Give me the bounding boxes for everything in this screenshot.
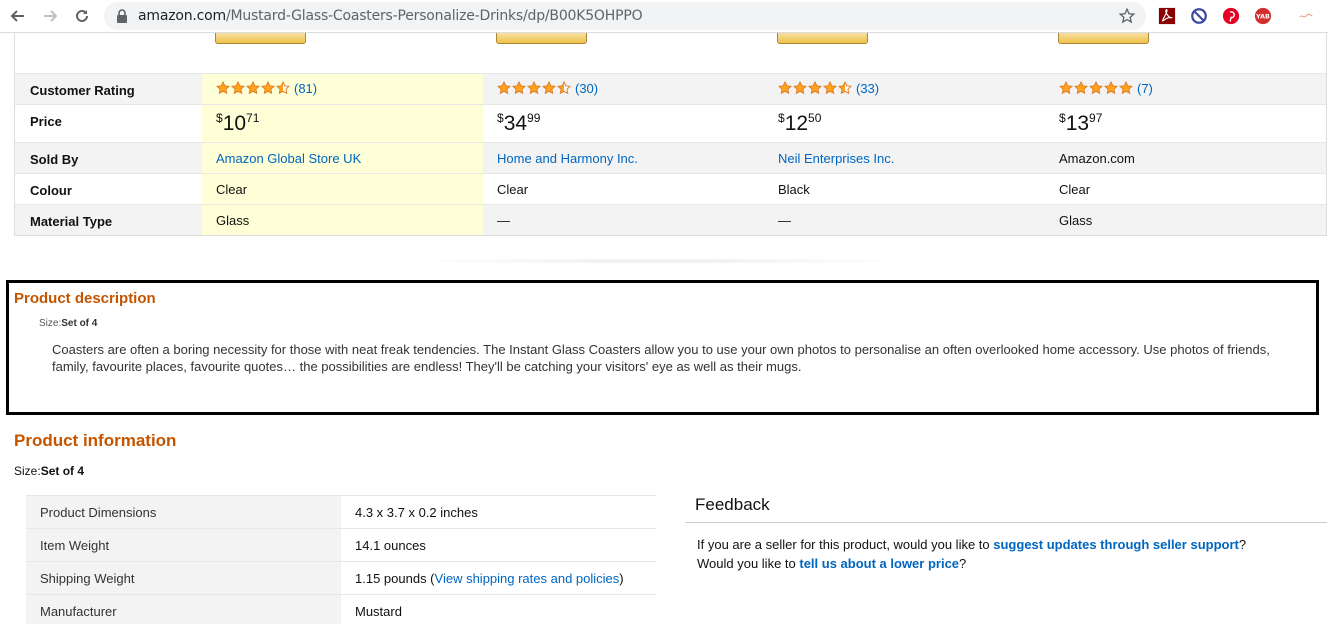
- reload-icon: [76, 9, 88, 22]
- add-to-cart-button-2[interactable]: [496, 33, 587, 44]
- seller-name[interactable]: Neil Enterprises Inc.: [778, 151, 894, 166]
- seller-support-link[interactable]: suggest updates through seller support: [993, 537, 1239, 552]
- url-text: amazon.com/Mustard-Glass-Coasters-Person…: [138, 8, 643, 24]
- price-cell: $1397: [1059, 111, 1103, 135]
- sold-by-label: Sold By: [30, 152, 79, 167]
- seller-name[interactable]: Home and Harmony Inc.: [497, 151, 638, 166]
- rating-cell[interactable]: (33): [778, 81, 879, 96]
- lock-icon: [117, 9, 127, 23]
- star-rating-icon: [216, 81, 290, 95]
- star-rating-icon: [1059, 81, 1133, 95]
- info-value: 4.3 x 3.7 x 0.2 inches: [355, 505, 478, 520]
- block-extension-icon[interactable]: [1189, 6, 1209, 26]
- address-bar[interactable]: amazon.com/Mustard-Glass-Coasters-Person…: [104, 2, 1146, 30]
- info-label: Item Weight: [26, 529, 341, 562]
- description-size: Size:Set of 4: [39, 318, 98, 329]
- price-row: Price: [15, 104, 1326, 142]
- price-cell: $1071: [216, 111, 260, 135]
- information-size: Size:Set of 4: [14, 464, 85, 478]
- yab-extension-icon[interactable]: YAB: [1253, 6, 1273, 26]
- star-rating-icon: [497, 81, 571, 95]
- table-row: Product Dimensions 4.3 x 3.7 x 0.2 inche…: [26, 495, 656, 529]
- feedback-title: Feedback: [695, 495, 770, 514]
- colour-value: Clear: [1059, 182, 1091, 197]
- rating-cell[interactable]: (7): [1059, 81, 1153, 96]
- add-to-cart-button-4[interactable]: [1058, 33, 1149, 44]
- material-value: —: [778, 213, 791, 228]
- review-count-link[interactable]: (7): [1137, 81, 1153, 96]
- colour-value: Black: [778, 182, 810, 197]
- table-row: Shipping Weight 1.15 pounds (View shippi…: [26, 561, 656, 595]
- description-heading: Product description: [14, 290, 156, 307]
- info-value: 14.1 ounces: [355, 538, 426, 553]
- feedback-text: If you are a seller for this product, wo…: [697, 537, 1247, 571]
- info-value: 1.15 pounds (View shipping rates and pol…: [355, 571, 624, 586]
- lower-price-link[interactable]: tell us about a lower price: [799, 556, 959, 571]
- rating-label: Customer Rating: [30, 83, 135, 98]
- add-to-cart-button-1[interactable]: [215, 33, 306, 44]
- price-cell: $1250: [778, 111, 822, 135]
- material-value: —: [497, 213, 510, 228]
- table-row: Manufacturer Mustard: [26, 594, 656, 624]
- star-rating-icon: [778, 81, 852, 95]
- material-value: Glass: [1059, 213, 1093, 228]
- review-count-link[interactable]: (81): [294, 81, 317, 96]
- pinterest-extension-icon[interactable]: [1221, 6, 1241, 26]
- info-value: Mustard: [355, 604, 402, 619]
- comparison-table: Customer Rating Price Sold By Colour Mat…: [14, 33, 1327, 236]
- back-button[interactable]: [7, 5, 29, 27]
- info-label: Product Dimensions: [26, 496, 341, 529]
- forward-button[interactable]: [39, 5, 61, 27]
- colour-label: Colour: [30, 183, 72, 198]
- colour-row: Colour: [15, 173, 1326, 204]
- price-label: Price: [30, 114, 62, 129]
- material-label: Material Type: [30, 214, 113, 229]
- browser-toolbar: amazon.com/Mustard-Glass-Coasters-Person…: [0, 0, 1328, 33]
- feedback-divider: [685, 522, 1327, 523]
- section-divider-shadow: [400, 258, 920, 264]
- reload-button[interactable]: [71, 5, 93, 27]
- seller-name[interactable]: Amazon Global Store UK: [216, 151, 361, 166]
- rating-cell[interactable]: (30): [497, 81, 598, 96]
- bookmark-star-icon[interactable]: [1118, 7, 1136, 25]
- arrow-left-icon: [10, 10, 24, 22]
- table-row: Item Weight 14.1 ounces: [26, 528, 656, 562]
- add-to-cart-button-3[interactable]: [777, 33, 868, 44]
- review-count-link[interactable]: (33): [856, 81, 879, 96]
- information-heading: Product information: [14, 431, 177, 450]
- rating-cell[interactable]: (81): [216, 81, 317, 96]
- colour-value: Clear: [216, 182, 248, 197]
- arrow-right-icon: [44, 10, 58, 22]
- material-value: Glass: [216, 213, 250, 228]
- info-label: Shipping Weight: [26, 562, 341, 595]
- price-cell: $3499: [497, 111, 541, 135]
- description-text: Coasters are often a boring necessity fo…: [52, 342, 1270, 374]
- seller-name: Amazon.com: [1059, 151, 1135, 166]
- decorative-extension-icon[interactable]: [1296, 6, 1316, 26]
- pdf-extension-icon[interactable]: [1157, 6, 1177, 26]
- review-count-link[interactable]: (30): [575, 81, 598, 96]
- info-label: Manufacturer: [26, 595, 341, 624]
- svg-text:YAB: YAB: [1255, 14, 1270, 21]
- colour-value: Clear: [497, 182, 529, 197]
- shipping-rates-link[interactable]: View shipping rates and policies: [435, 571, 620, 586]
